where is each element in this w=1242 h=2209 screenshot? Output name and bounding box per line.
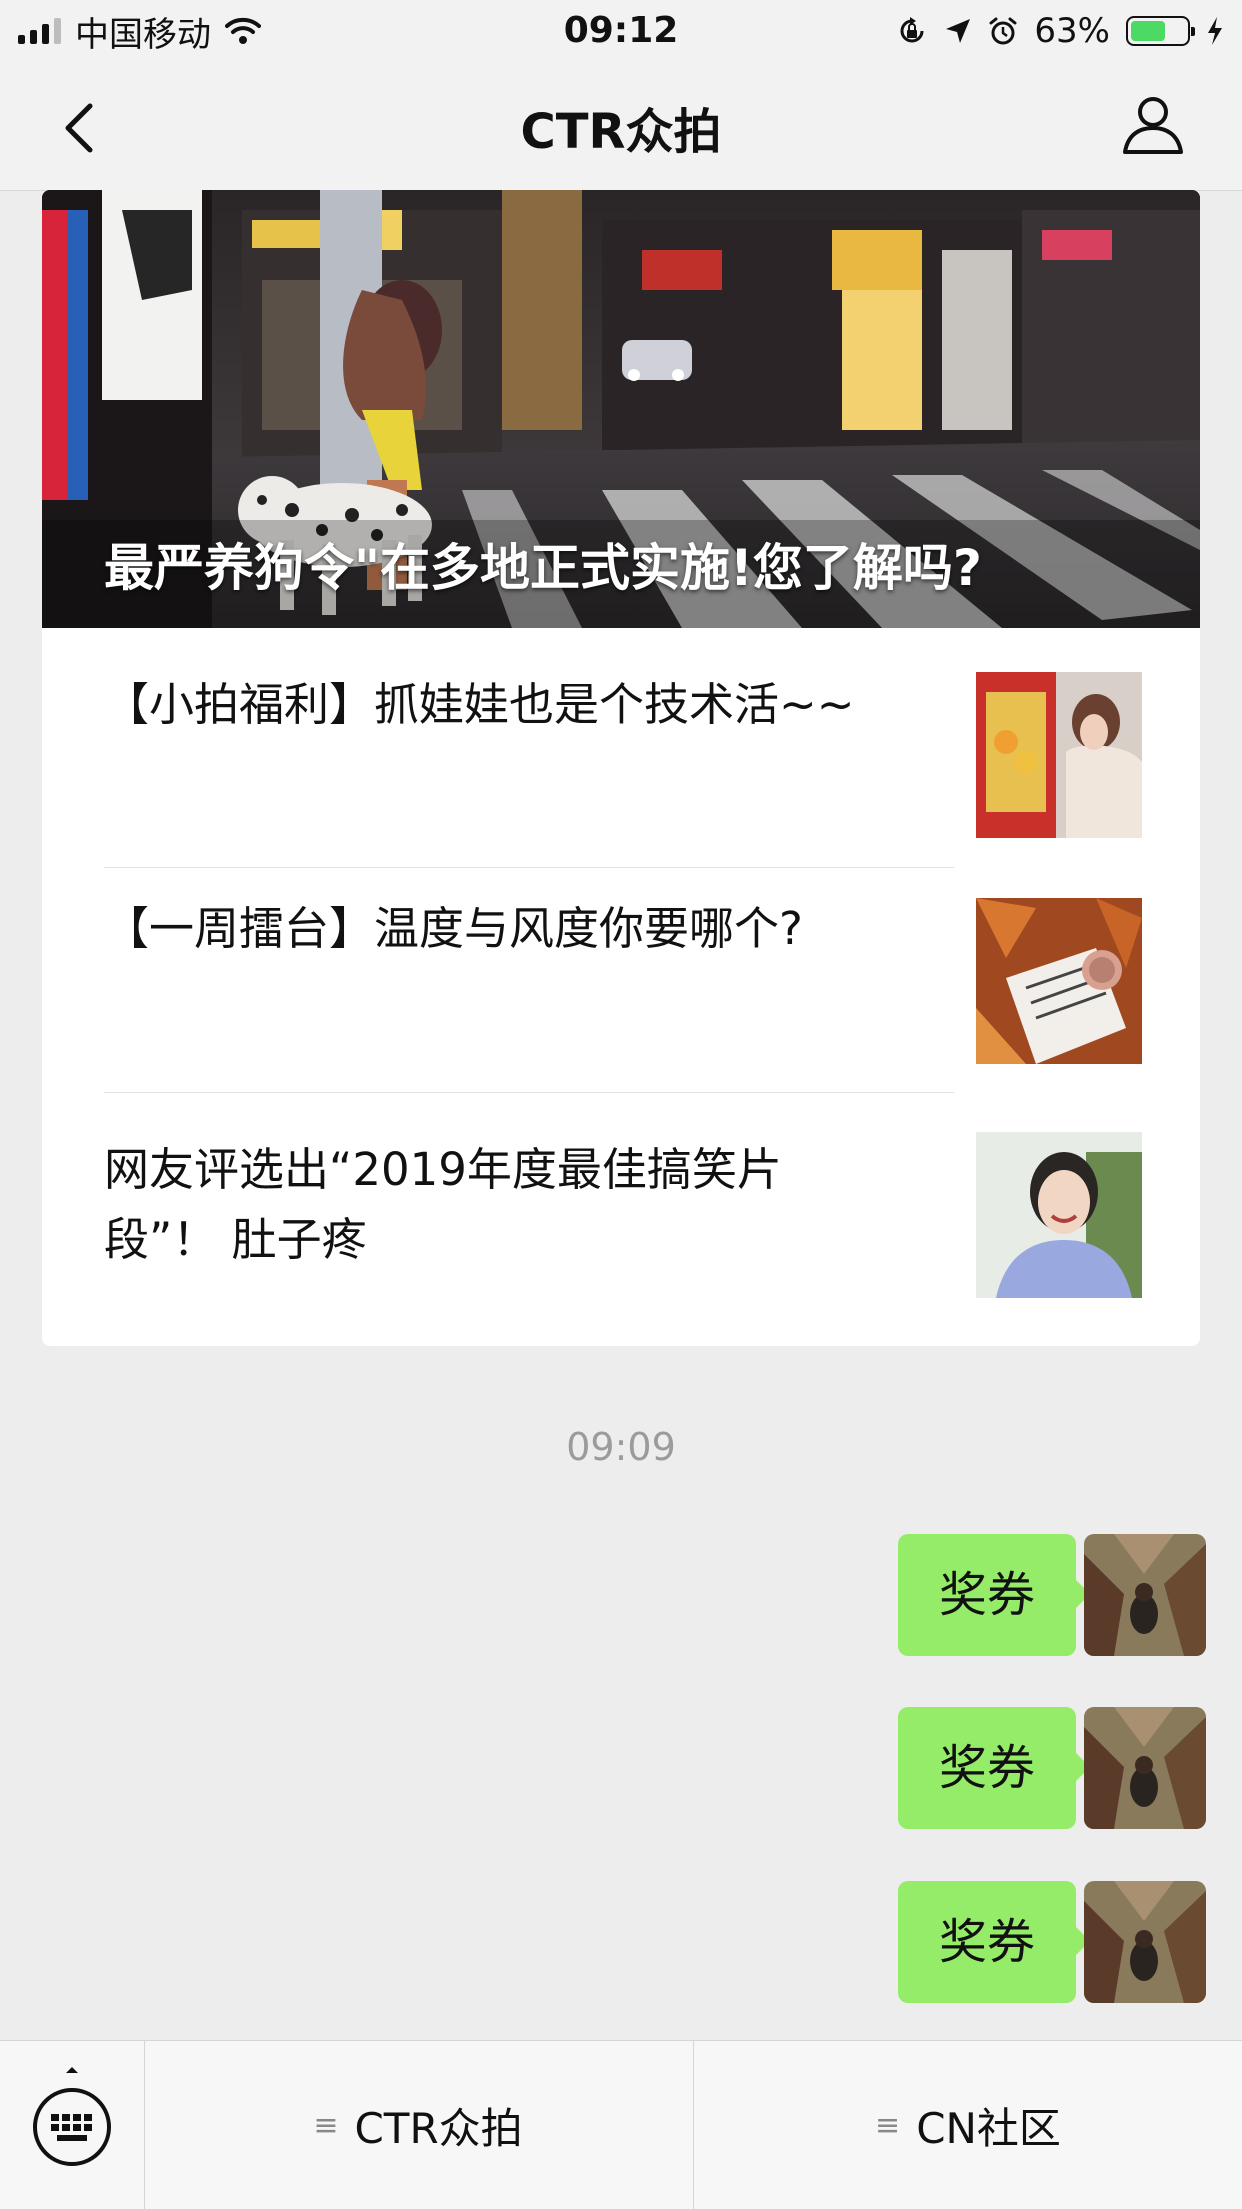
menu-item-ctr[interactable]: ≡ CTR众拍 <box>144 2041 692 2209</box>
battery-icon <box>1126 16 1195 46</box>
charging-icon <box>1208 17 1222 45</box>
page-title: CTR众拍 <box>520 104 722 160</box>
person-icon[interactable] <box>1120 92 1186 158</box>
hero-article[interactable]: 最严养狗令"在多地正式实施!您了解吗? <box>42 190 1200 628</box>
divider <box>104 1092 954 1093</box>
menu-item-label: CTR众拍 <box>354 2103 523 2153</box>
chat-message: 奖券 <box>0 1534 1242 1656</box>
avatar[interactable] <box>1084 1881 1206 2003</box>
article-title[interactable]: 网友评选出“2019年度最佳搞笑片段”！ 肚子疼 <box>104 1135 864 1275</box>
message-bubble[interactable]: 奖券 <box>898 1534 1090 1656</box>
article-card: 最严养狗令"在多地正式实施!您了解吗? 【小拍福利】抓娃娃也是个技术活~~ 【一… <box>42 190 1200 1346</box>
bottom-menu-bar: ≡ CTR众拍 ≡ CN社区 <box>0 2040 1242 2209</box>
article-thumbnail <box>976 672 1142 838</box>
avatar[interactable] <box>1084 1707 1206 1829</box>
menu-list-icon: ≡ <box>313 2107 339 2143</box>
message-bubble[interactable]: 奖券 <box>898 1707 1090 1829</box>
alarm-icon <box>989 17 1017 45</box>
chat-message: 奖券 <box>0 1881 1242 2003</box>
status-bar: 中国移动 09:12 63% <box>0 0 1242 62</box>
divider <box>104 867 954 868</box>
battery-percent: 63% <box>1034 11 1110 51</box>
avatar[interactable] <box>1084 1534 1206 1656</box>
chat-message: 奖券 <box>0 1707 1242 1829</box>
hero-title: 最严养狗令"在多地正式实施!您了解吗? <box>104 539 982 597</box>
article-title[interactable]: 【一周擂台】温度与风度你要哪个? <box>104 894 904 964</box>
article-thumbnail <box>976 1132 1142 1298</box>
keyboard-toggle-button[interactable] <box>0 2041 145 2209</box>
article-title[interactable]: 【小拍福利】抓娃娃也是个技术活~~ <box>104 670 904 740</box>
keyboard-icon <box>33 2067 111 2166</box>
menu-item-cn-community[interactable]: ≡ CN社区 <box>694 2041 1242 2209</box>
message-bubble[interactable]: 奖券 <box>898 1881 1090 2003</box>
menu-item-label: CN社区 <box>916 2103 1061 2153</box>
location-icon <box>946 19 971 43</box>
nav-bar: CTR众拍 <box>0 62 1242 191</box>
orientation-lock-icon <box>900 17 924 43</box>
chat-timestamp: 09:09 <box>566 1425 676 1469</box>
menu-list-icon: ≡ <box>875 2107 901 2143</box>
article-thumbnail <box>976 898 1142 1064</box>
